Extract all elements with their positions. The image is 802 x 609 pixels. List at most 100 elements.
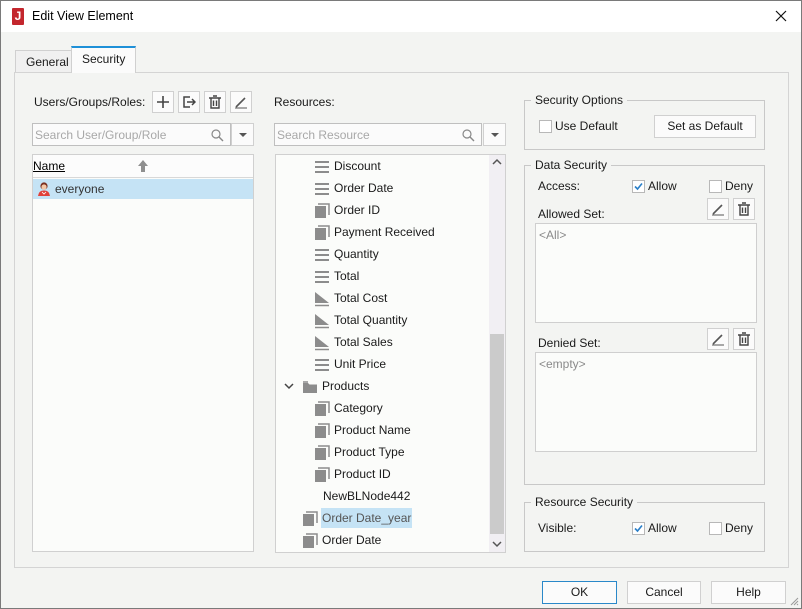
- visible-deny-label: Deny: [725, 521, 754, 535]
- set-as-default-button[interactable]: Set as Default: [654, 115, 756, 138]
- user-icon: [38, 182, 50, 196]
- close-icon: [775, 10, 787, 22]
- data-security-title: Data Security: [531, 158, 612, 172]
- app-logo-icon: J: [12, 8, 24, 25]
- cancel-button[interactable]: Cancel: [627, 581, 701, 604]
- denied-set-box[interactable]: <empty>: [535, 352, 757, 452]
- resource-label: Order Date_year: [321, 508, 413, 528]
- resource-label: Payment Received: [334, 225, 435, 239]
- allowed-set-label: Allowed Set:: [538, 207, 605, 221]
- visible-label: Visible:: [538, 521, 577, 535]
- scrollbar-thumb[interactable]: [490, 333, 504, 534]
- pencil-icon: [235, 97, 247, 109]
- search-icon: [211, 129, 224, 142]
- visible-allow-checkbox[interactable]: [632, 522, 645, 535]
- checkmark-icon: [634, 524, 643, 533]
- resource-label: Quantity: [334, 247, 379, 261]
- measure-icon: [315, 336, 329, 351]
- dimension-icon: [315, 467, 330, 482]
- user-row-everyone[interactable]: everyone: [33, 179, 253, 199]
- resource-label: Total Cost: [334, 291, 388, 305]
- edit-view-element-dialog: J Edit View Element General Security Use…: [0, 0, 802, 609]
- access-label: Access:: [538, 179, 581, 193]
- title-bar: J Edit View Element: [1, 1, 801, 32]
- use-default-checkbox[interactable]: [539, 120, 552, 133]
- dimension-icon: [315, 423, 330, 438]
- close-button[interactable]: [769, 6, 793, 26]
- folder-icon: [303, 381, 317, 393]
- resource-label: Order Date: [334, 181, 394, 195]
- dimension-icon: [315, 401, 330, 416]
- chevron-down-icon: [492, 541, 502, 548]
- access-deny-checkbox[interactable]: [709, 180, 722, 193]
- field-lines-icon: [315, 161, 329, 173]
- field-lines-icon: [315, 359, 329, 371]
- help-button[interactable]: Help: [711, 581, 786, 604]
- edit-allowed-set-button[interactable]: [707, 198, 729, 220]
- use-default-label: Use Default: [555, 119, 618, 133]
- resource-label: Total Sales: [334, 335, 393, 349]
- resource-label: Total Quantity: [334, 313, 408, 327]
- user-filter-dropdown[interactable]: [231, 123, 254, 146]
- chevron-down-icon[interactable]: [282, 379, 296, 393]
- import-button[interactable]: [178, 91, 200, 113]
- resource-filter-dropdown[interactable]: [483, 123, 506, 146]
- measure-icon: [315, 292, 329, 307]
- resources-scrollbar[interactable]: [489, 155, 505, 552]
- resource-search-input[interactable]: [277, 126, 455, 143]
- denied-set-value: <empty>: [539, 357, 586, 371]
- security-options-title: Security Options: [531, 93, 628, 107]
- field-lines-icon: [315, 183, 329, 195]
- chevron-up-icon: [492, 158, 502, 165]
- resource-label: Product Name: [334, 423, 411, 437]
- pencil-icon: [712, 204, 724, 216]
- edit-denied-set-button[interactable]: [707, 328, 729, 350]
- add-user-button[interactable]: [152, 91, 174, 113]
- field-lines-icon: [315, 271, 329, 283]
- resource-label: Product Type: [334, 445, 405, 459]
- sort-ascending-icon: [138, 160, 148, 172]
- window-title: Edit View Element: [32, 9, 134, 23]
- delete-denied-set-button[interactable]: [733, 328, 755, 350]
- allowed-set-value: <All>: [539, 228, 567, 242]
- edit-user-button[interactable]: [230, 91, 252, 113]
- resource-label: Total: [334, 269, 360, 283]
- resources-tree: Discount Order Date Order ID Payment Receiv…: [275, 154, 506, 553]
- ok-button[interactable]: OK: [542, 581, 617, 604]
- resize-grip-icon[interactable]: [789, 596, 799, 606]
- visible-deny-checkbox[interactable]: [709, 522, 722, 535]
- tab-general[interactable]: General: [15, 50, 80, 72]
- scroll-up-button[interactable]: [489, 155, 505, 171]
- resource-search-box[interactable]: [274, 123, 482, 146]
- resources-label: Resources:: [274, 95, 335, 109]
- access-deny-label: Deny: [725, 179, 754, 193]
- resource-label: Discount: [334, 159, 381, 173]
- delete-user-button[interactable]: [204, 91, 226, 113]
- user-search-box[interactable]: [32, 123, 231, 146]
- resource-label: Unit Price: [334, 357, 387, 371]
- allowed-set-box[interactable]: <All>: [535, 223, 757, 323]
- users-groups-roles-label: Users/Groups/Roles:: [34, 95, 146, 109]
- scroll-down-button[interactable]: [489, 536, 505, 552]
- resource-label: Product ID: [334, 467, 391, 481]
- trash-icon: [738, 332, 750, 346]
- tab-security[interactable]: Security: [71, 46, 137, 73]
- users-list: Name everyone: [32, 154, 254, 552]
- user-search-input[interactable]: [35, 126, 204, 143]
- checkmark-icon: [634, 182, 643, 191]
- name-column-header[interactable]: Name: [33, 159, 65, 173]
- search-icon: [462, 129, 475, 142]
- add-icon: [157, 96, 169, 108]
- dimension-icon: [315, 445, 330, 460]
- pencil-icon: [712, 334, 724, 346]
- access-allow-checkbox[interactable]: [632, 180, 645, 193]
- access-allow-label: Allow: [648, 179, 677, 193]
- dimension-icon: [315, 203, 330, 218]
- user-name: everyone: [55, 182, 105, 196]
- resource-label: Products: [322, 379, 370, 393]
- users-list-header: Name: [33, 155, 253, 178]
- dimension-icon: [303, 511, 318, 526]
- field-lines-icon: [315, 249, 329, 261]
- visible-allow-label: Allow: [648, 521, 677, 535]
- delete-allowed-set-button[interactable]: [733, 198, 755, 220]
